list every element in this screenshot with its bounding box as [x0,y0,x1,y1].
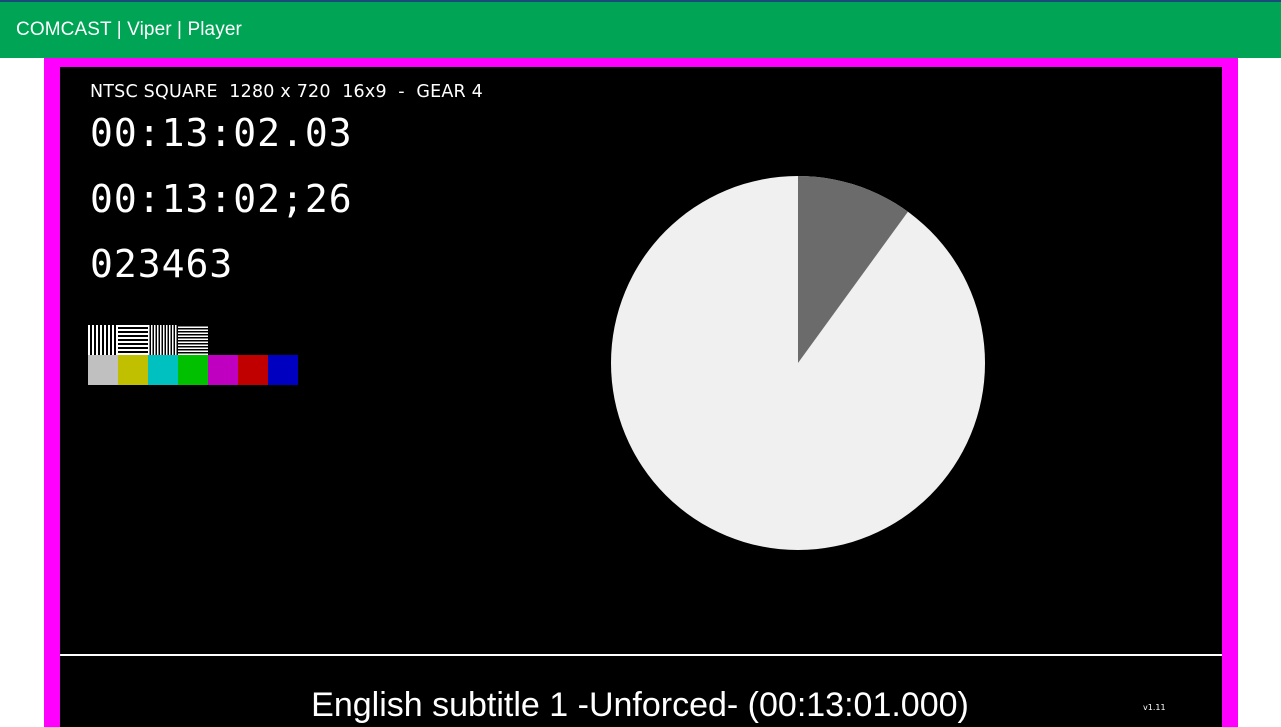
progress-pie [611,176,985,550]
timecode-dropframe: 00:13:02;26 [90,177,353,221]
subtitle-overlay: English subtitle 1 -Unforced- (00:13:01.… [300,684,980,727]
color-bar-5 [208,355,238,385]
subtitle-text: English subtitle 1 -Unforced- (00:13:01.… [311,686,969,724]
test-pattern [88,325,298,385]
color-bar-7 [268,355,298,385]
resolution-grates [88,325,298,355]
player-frame[interactable]: NTSC SQUARE 1280 x 720 16x9 - GEAR 4 00:… [44,58,1238,727]
color-bar-1 [88,355,118,385]
frame-counter: 023463 [90,242,234,286]
version-label: v1.11 [1143,703,1166,712]
grate-vertical-finer [148,325,178,355]
safe-area-divider [60,654,1222,656]
video-format-info: NTSC SQUARE 1280 x 720 16x9 - GEAR 4 [90,82,483,102]
color-bars [88,355,298,385]
grate-horizontal-fine [118,325,148,355]
color-bar-2 [118,355,148,385]
color-bar-4 [178,355,208,385]
color-bar-3 [148,355,178,385]
video-surface[interactable]: NTSC SQUARE 1280 x 720 16x9 - GEAR 4 00:… [60,67,1222,727]
app-header-bar: COMCAST | Viper | Player [0,0,1281,58]
color-bar-6 [238,355,268,385]
timecode-decimal: 00:13:02.03 [90,111,353,155]
app-title: COMCAST | Viper | Player [16,19,242,40]
grate-vertical-fine [88,325,118,355]
grate-horizontal-finer [178,325,208,355]
